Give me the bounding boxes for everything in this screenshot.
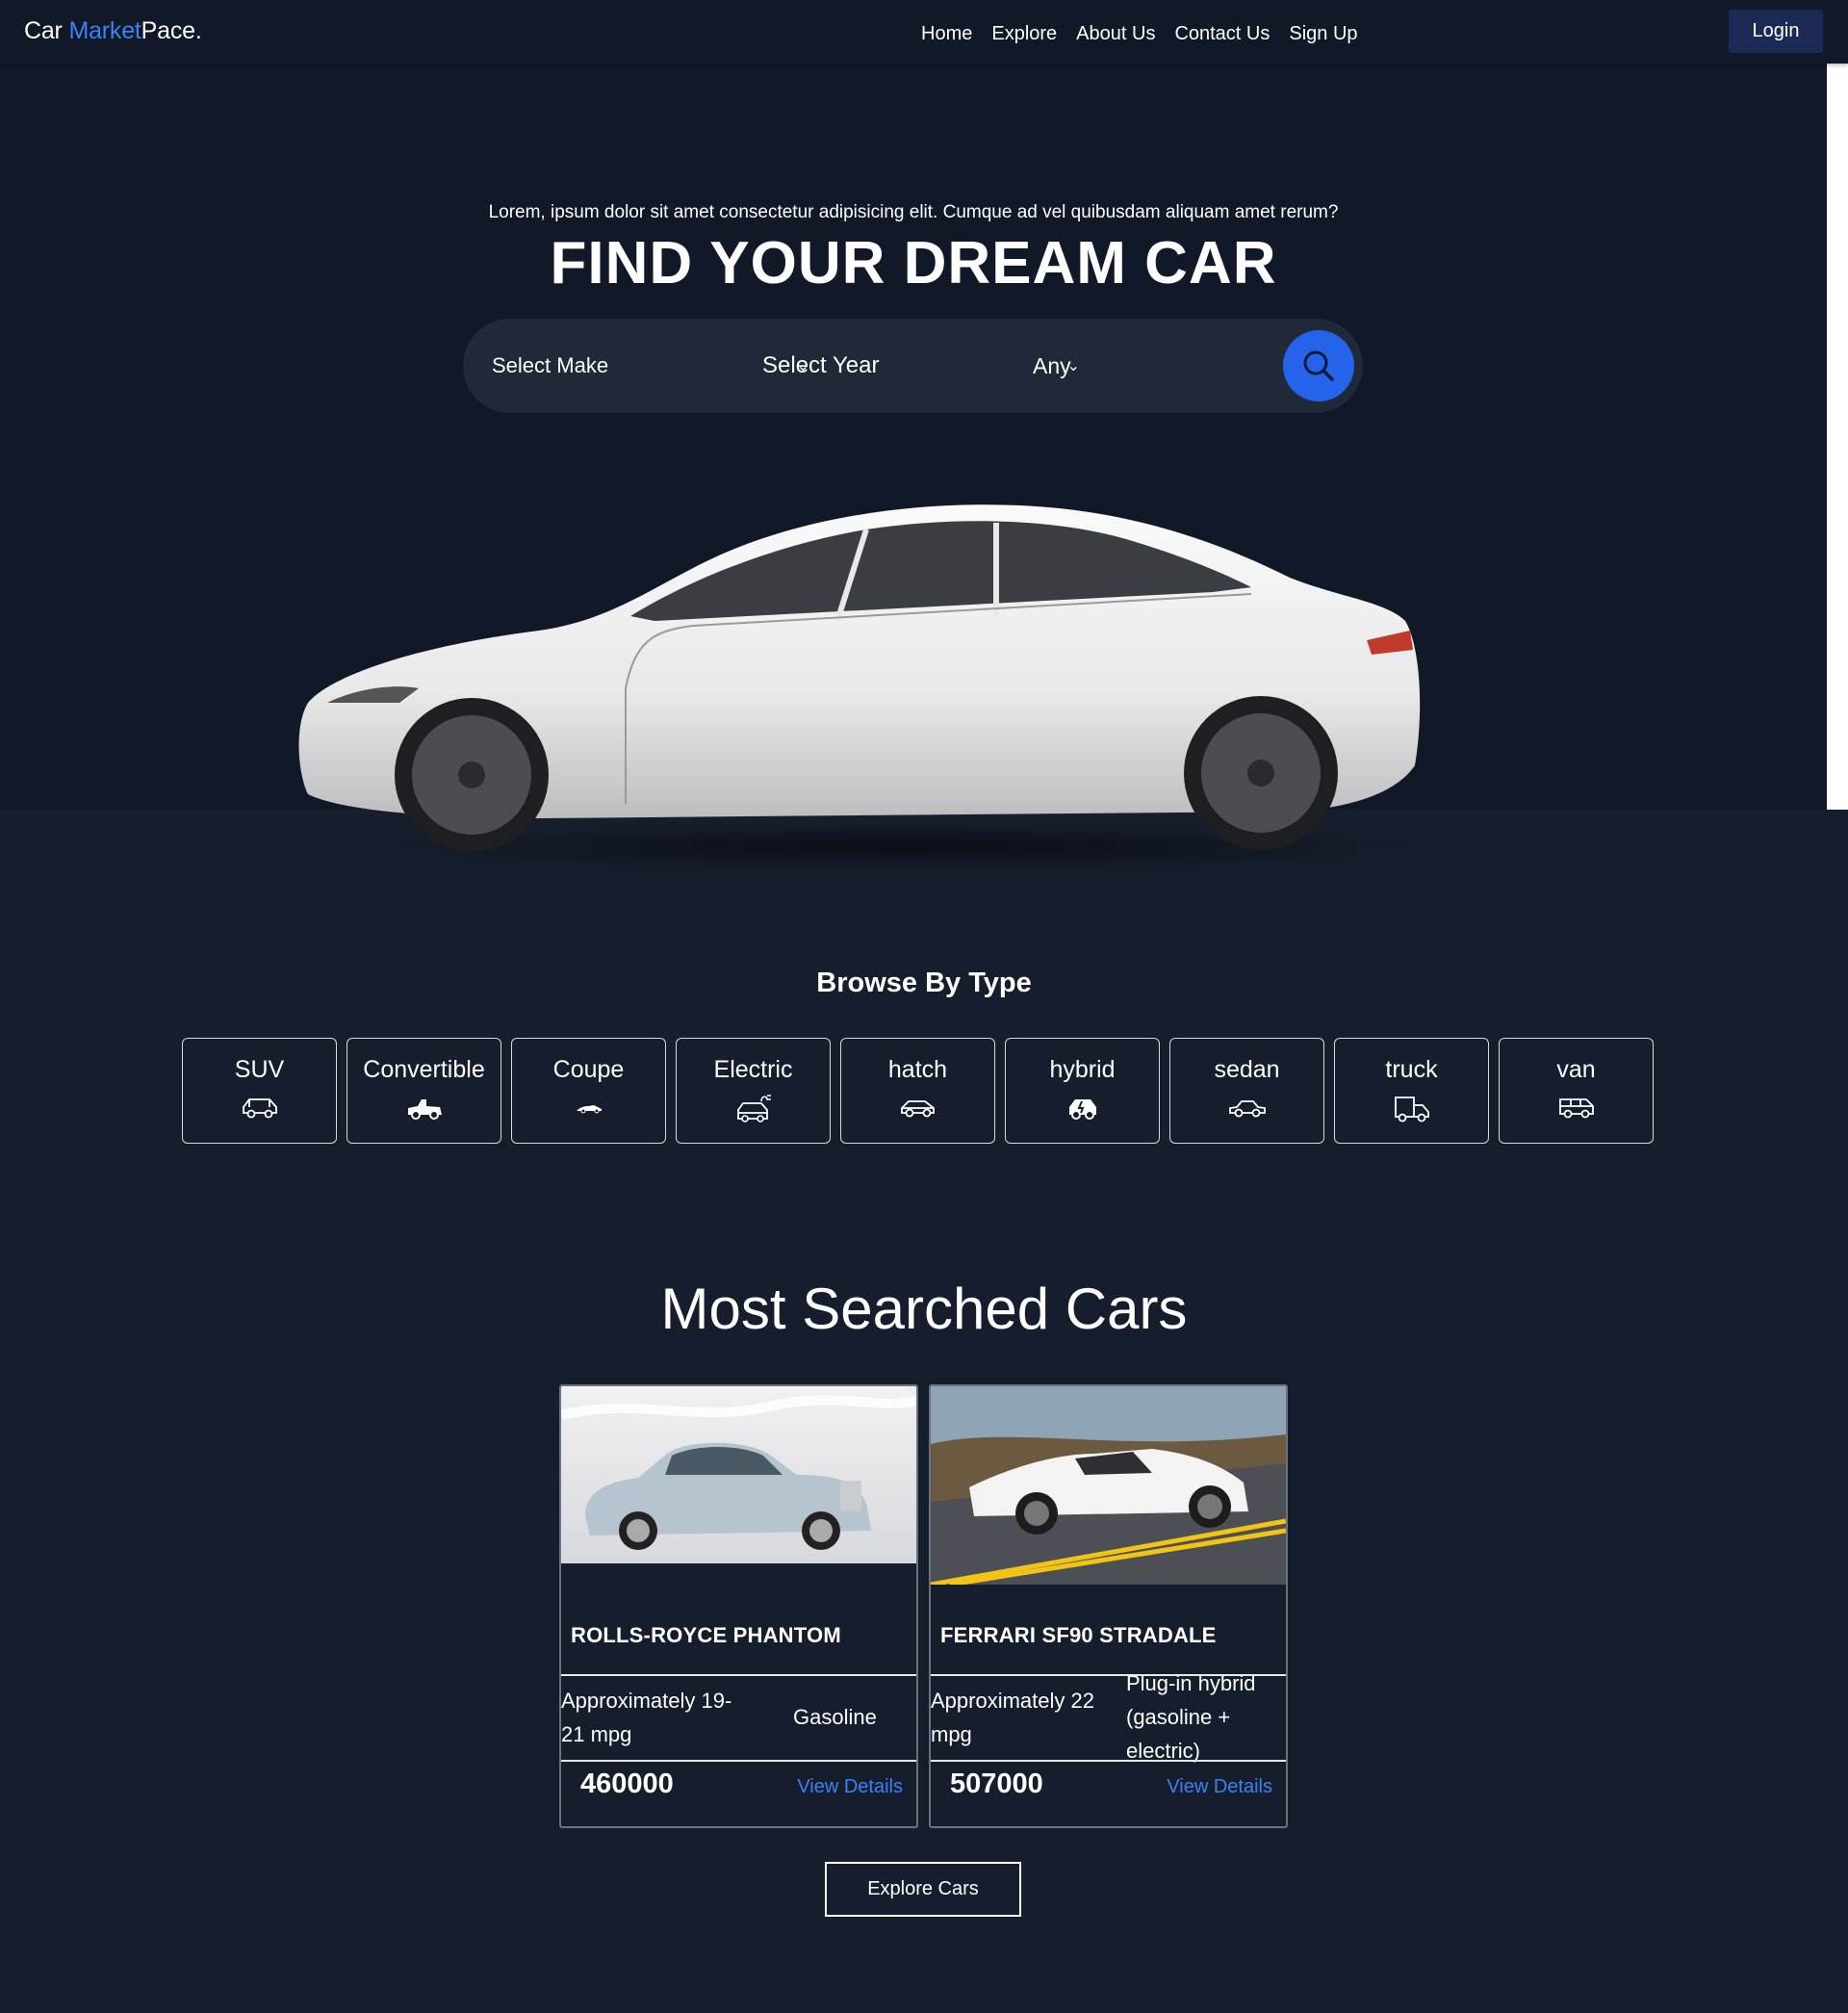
select-make-value: Select Make (492, 353, 609, 377)
logo-suffix: Pace. (141, 17, 202, 44)
login-button[interactable]: Login (1729, 10, 1823, 53)
logo[interactable]: Car MarketPace. (24, 17, 202, 45)
car-mileage: Approximately 22 mpg (931, 1689, 1094, 1746)
type-name: Electric (713, 1056, 793, 1083)
type-name: SUV (234, 1056, 285, 1083)
type-list: SUV Convertible Coupe Electric hatch hyb… (182, 1038, 1654, 1144)
hero-title: FIND YOUR DREAM CAR (550, 230, 1277, 297)
car-mileage: Approximately 19-21 mpg (561, 1689, 732, 1746)
car-card[interactable]: ROLLS-ROYCE PHANTOM Approximately 19-21 … (559, 1384, 918, 1828)
hatch-icon (899, 1092, 937, 1124)
browse-title: Browse By Type (816, 968, 1032, 998)
nav-link-about-us[interactable]: About Us (1076, 23, 1155, 45)
hero-car-image (298, 504, 1444, 871)
car-fuel-type: Plug-in hybrid (gasoline + electric) (1126, 1671, 1256, 1763)
nav-link-home[interactable]: Home (921, 23, 972, 45)
view-details-link[interactable]: View Details (1167, 1776, 1272, 1798)
scroll-gutter (1827, 64, 1848, 810)
type-card-hybrid[interactable]: hybrid (1005, 1038, 1160, 1144)
type-card-electric[interactable]: Electric (676, 1038, 831, 1144)
sedan-icon (1228, 1092, 1267, 1124)
nav-link-contact-us[interactable]: Contact Us (1174, 23, 1270, 45)
type-card-sedan[interactable]: sedan (1169, 1038, 1324, 1144)
hero-tagline: Lorem, ipsum dolor sit amet consectetur … (488, 202, 1339, 222)
car-card[interactable]: FERRARI SF90 STRADALE Approximately 22 m… (929, 1384, 1288, 1828)
car-image (931, 1386, 1286, 1585)
navbar: Car MarketPace. Home Explore About Us Co… (0, 0, 1848, 64)
type-name: hatch (887, 1056, 948, 1083)
nav-link-explore[interactable]: Explore (991, 23, 1057, 45)
divider (561, 1674, 916, 1676)
hybrid-icon (1066, 1092, 1099, 1124)
type-card-suv[interactable]: SUV (182, 1038, 337, 1144)
type-card-van[interactable]: van (1499, 1038, 1654, 1144)
type-name: Convertible (363, 1056, 485, 1083)
type-card-truck[interactable]: truck (1334, 1038, 1489, 1144)
car-name: FERRARI SF90 STRADALE (940, 1623, 1217, 1647)
convertible-icon (405, 1092, 444, 1124)
divider (931, 1760, 1286, 1762)
electric-car-icon (734, 1092, 773, 1124)
type-name: truck (1385, 1056, 1438, 1083)
type-name: van (1556, 1056, 1596, 1083)
car-price: 507000 (950, 1768, 1043, 1799)
search-bar: Select Make ⌄ Select Year ⌄ Any ⌄ (463, 319, 1363, 413)
type-card-hatch[interactable]: hatch (840, 1038, 995, 1144)
car-fuel-type: Gasoline (793, 1705, 877, 1729)
van-icon (1557, 1092, 1596, 1124)
type-name: sedan (1214, 1056, 1280, 1083)
logo-prefix: Car (24, 17, 69, 44)
view-details-link[interactable]: View Details (797, 1776, 903, 1798)
search-icon (1303, 350, 1334, 381)
explore-cars-button[interactable]: Explore Cars (825, 1862, 1021, 1917)
search-button[interactable] (1283, 330, 1354, 401)
truck-icon (1393, 1092, 1431, 1124)
nav-links: Home Explore About Us Contact Us Sign Up (921, 23, 1358, 45)
car-image (561, 1386, 916, 1563)
type-card-coupe[interactable]: Coupe (511, 1038, 666, 1144)
car-name: ROLLS-ROYCE PHANTOM (571, 1623, 841, 1647)
logo-accent: Market (68, 17, 141, 44)
type-name: hybrid (1049, 1056, 1116, 1083)
select-year-value: Select Year (762, 352, 880, 378)
most-searched-title: Most Searched Cars (660, 1277, 1188, 1341)
coupe-icon (575, 1092, 603, 1124)
divider (561, 1760, 916, 1762)
suv-icon (241, 1092, 279, 1124)
type-card-convertible[interactable]: Convertible (346, 1038, 501, 1144)
nav-link-sign-up[interactable]: Sign Up (1289, 23, 1357, 45)
type-name: Coupe (552, 1056, 625, 1083)
car-price: 460000 (580, 1768, 674, 1799)
